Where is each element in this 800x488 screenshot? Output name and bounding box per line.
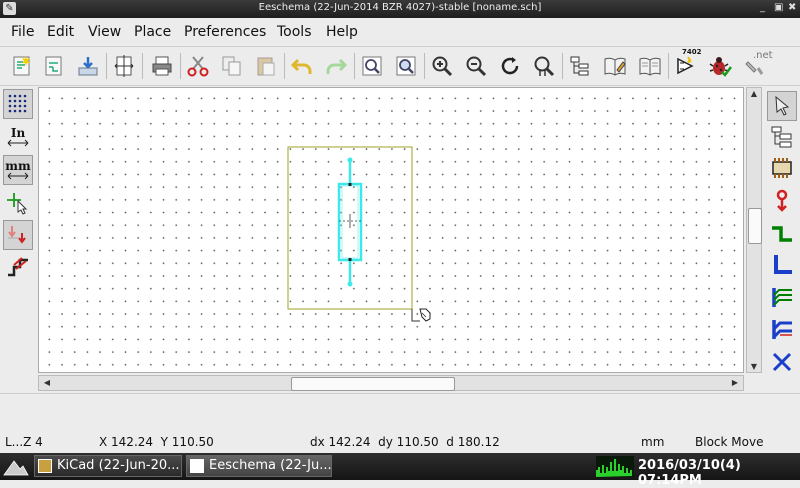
window-title: Eeschema (22-Jun-2014 BZR 4027)-stable [… <box>258 2 542 13</box>
bus-icon <box>774 255 792 274</box>
cursor-shape-button[interactable] <box>3 188 33 218</box>
place-power-button[interactable] <box>767 186 797 216</box>
hidden-pins-button[interactable] <box>3 220 33 250</box>
crosshair-cursor-icon <box>7 193 28 215</box>
menu-file[interactable]: File <box>11 24 34 40</box>
double-arrow-icon <box>7 172 29 180</box>
zoom-fit-icon[interactable] <box>530 52 558 80</box>
menu-view[interactable]: View <box>88 24 121 40</box>
units-inch-button[interactable]: In <box>3 122 33 152</box>
place-wire-button[interactable] <box>767 218 797 248</box>
vertical-scroll-thumb[interactable] <box>748 208 762 244</box>
taskbar-item-kicad[interactable]: KiCad (22-Jun-20... <box>34 455 182 477</box>
erc-icon[interactable] <box>706 52 734 80</box>
page-settings-icon[interactable] <box>110 52 138 80</box>
any-direction-wire-icon <box>8 257 28 277</box>
netlist-icon[interactable]: 7402 <box>672 48 701 80</box>
select-tool-button[interactable] <box>767 91 797 121</box>
library-editor-icon[interactable] <box>601 52 629 80</box>
scroll-right-arrow[interactable]: ▶ <box>728 378 742 387</box>
resistor-component[interactable] <box>337 157 363 287</box>
title-bar: ✎ Eeschema (22-Jun-2014 BZR 4027)-stable… <box>0 0 800 18</box>
schematic-drawing <box>287 146 431 322</box>
redraw-icon[interactable] <box>496 52 524 80</box>
main-toolbar: 7402 .net <box>0 47 800 86</box>
menu-help[interactable]: Help <box>326 24 358 40</box>
menu-place[interactable]: Place <box>134 24 171 40</box>
status-absolute-coords: X 142.24 Y 110.50 <box>99 435 214 449</box>
cut-icon[interactable] <box>184 52 212 80</box>
menu-preferences[interactable]: Preferences <box>184 24 266 40</box>
status-mode: Block Move <box>695 435 764 449</box>
scroll-left-arrow[interactable]: ◀ <box>40 378 54 387</box>
navigate-hierarchy-button[interactable] <box>767 122 797 152</box>
arrow-cursor-icon <box>775 95 790 116</box>
taskbar-item-eeschema[interactable]: Eeschema (22-Ju... <box>186 455 332 477</box>
bom-badge: .net <box>753 50 773 61</box>
power-port-icon <box>776 189 788 212</box>
library-browser-icon[interactable] <box>636 52 664 80</box>
schematic-canvas[interactable] <box>38 87 744 373</box>
new-schematic-icon[interactable] <box>8 52 36 80</box>
undo-icon[interactable] <box>288 52 316 80</box>
scroll-down-arrow[interactable]: ▼ <box>747 362 761 371</box>
redo-icon[interactable] <box>322 52 350 80</box>
taskbar: KiCad (22-Jun-20... Eeschema (22-Ju... 2… <box>0 453 800 488</box>
hierarchy-icon[interactable] <box>566 52 594 80</box>
double-arrow-icon <box>7 139 29 147</box>
zoom-out-icon[interactable] <box>462 52 490 80</box>
grid-icon <box>8 94 27 113</box>
menu-tools[interactable]: Tools <box>277 24 312 40</box>
find-replace-icon[interactable] <box>392 52 420 80</box>
minimize-button[interactable]: _ <box>760 2 765 13</box>
find-icon[interactable] <box>358 52 386 80</box>
hierarchy-navigator-icon <box>771 126 792 148</box>
menu-bar: File Edit View Place Preferences Tools H… <box>0 18 800 47</box>
show-grid-button[interactable] <box>3 89 33 119</box>
wire-orientation-button[interactable] <box>3 252 33 282</box>
units-mm-button[interactable]: mm <box>3 155 33 185</box>
message-panel <box>0 393 800 430</box>
paste-icon[interactable] <box>252 52 280 80</box>
status-bar: L...Z 4 X 142.24 Y 110.50 dx 142.24 dy 1… <box>0 431 800 453</box>
zoom-in-icon[interactable] <box>428 52 456 80</box>
status-relative-coords: dx 142.24 dy 110.50 d 180.12 <box>310 435 500 449</box>
move-cursor-icon <box>411 308 431 322</box>
bom-icon[interactable]: .net <box>740 50 773 80</box>
system-clock: 2016/03/10(4) 07:14PM <box>638 458 741 488</box>
wire-bus-entry-icon <box>772 288 792 307</box>
horizontal-scrollbar[interactable]: ◀ ▶ <box>38 375 744 391</box>
no-connect-button[interactable] <box>767 347 797 377</box>
start-menu-icon[interactable] <box>2 455 30 478</box>
horizontal-scroll-thumb[interactable] <box>291 377 455 391</box>
taskbar-item-kicad-label: KiCad (22-Jun-20... <box>57 458 180 473</box>
maximize-button[interactable]: ▣ <box>774 2 783 13</box>
menu-edit[interactable]: Edit <box>47 24 74 40</box>
kicad-app-icon <box>38 459 52 473</box>
wire-icon <box>772 226 792 242</box>
load-icon[interactable] <box>74 52 102 80</box>
cpu-monitor-graph <box>596 456 634 477</box>
component-icon <box>772 158 792 178</box>
new-sheet-icon[interactable] <box>40 52 68 80</box>
hidden-pins-icon <box>8 226 26 244</box>
units-inch-label: In <box>10 126 26 140</box>
bus-bus-entry-icon <box>772 320 792 339</box>
status-units: mm <box>641 435 665 449</box>
eeschema-app-icon <box>190 459 204 473</box>
place-component-button[interactable] <box>767 153 797 183</box>
vertical-scrollbar[interactable]: ▲ ▼ <box>746 87 762 373</box>
close-button[interactable]: ✖ <box>788 2 796 13</box>
copy-icon[interactable] <box>218 52 246 80</box>
taskbar-item-eeschema-label: Eeschema (22-Ju... <box>209 458 332 473</box>
units-mm-label: mm <box>5 159 31 173</box>
bus-to-bus-entry-button[interactable] <box>767 314 797 344</box>
wire-to-bus-entry-button[interactable] <box>767 282 797 312</box>
no-connect-icon <box>772 352 792 372</box>
netlist-badge: 7402 <box>682 48 702 56</box>
status-zoom: L...Z 4 <box>5 435 43 449</box>
scroll-up-arrow[interactable]: ▲ <box>747 89 761 98</box>
print-icon[interactable] <box>148 52 176 80</box>
place-bus-button[interactable] <box>767 250 797 280</box>
